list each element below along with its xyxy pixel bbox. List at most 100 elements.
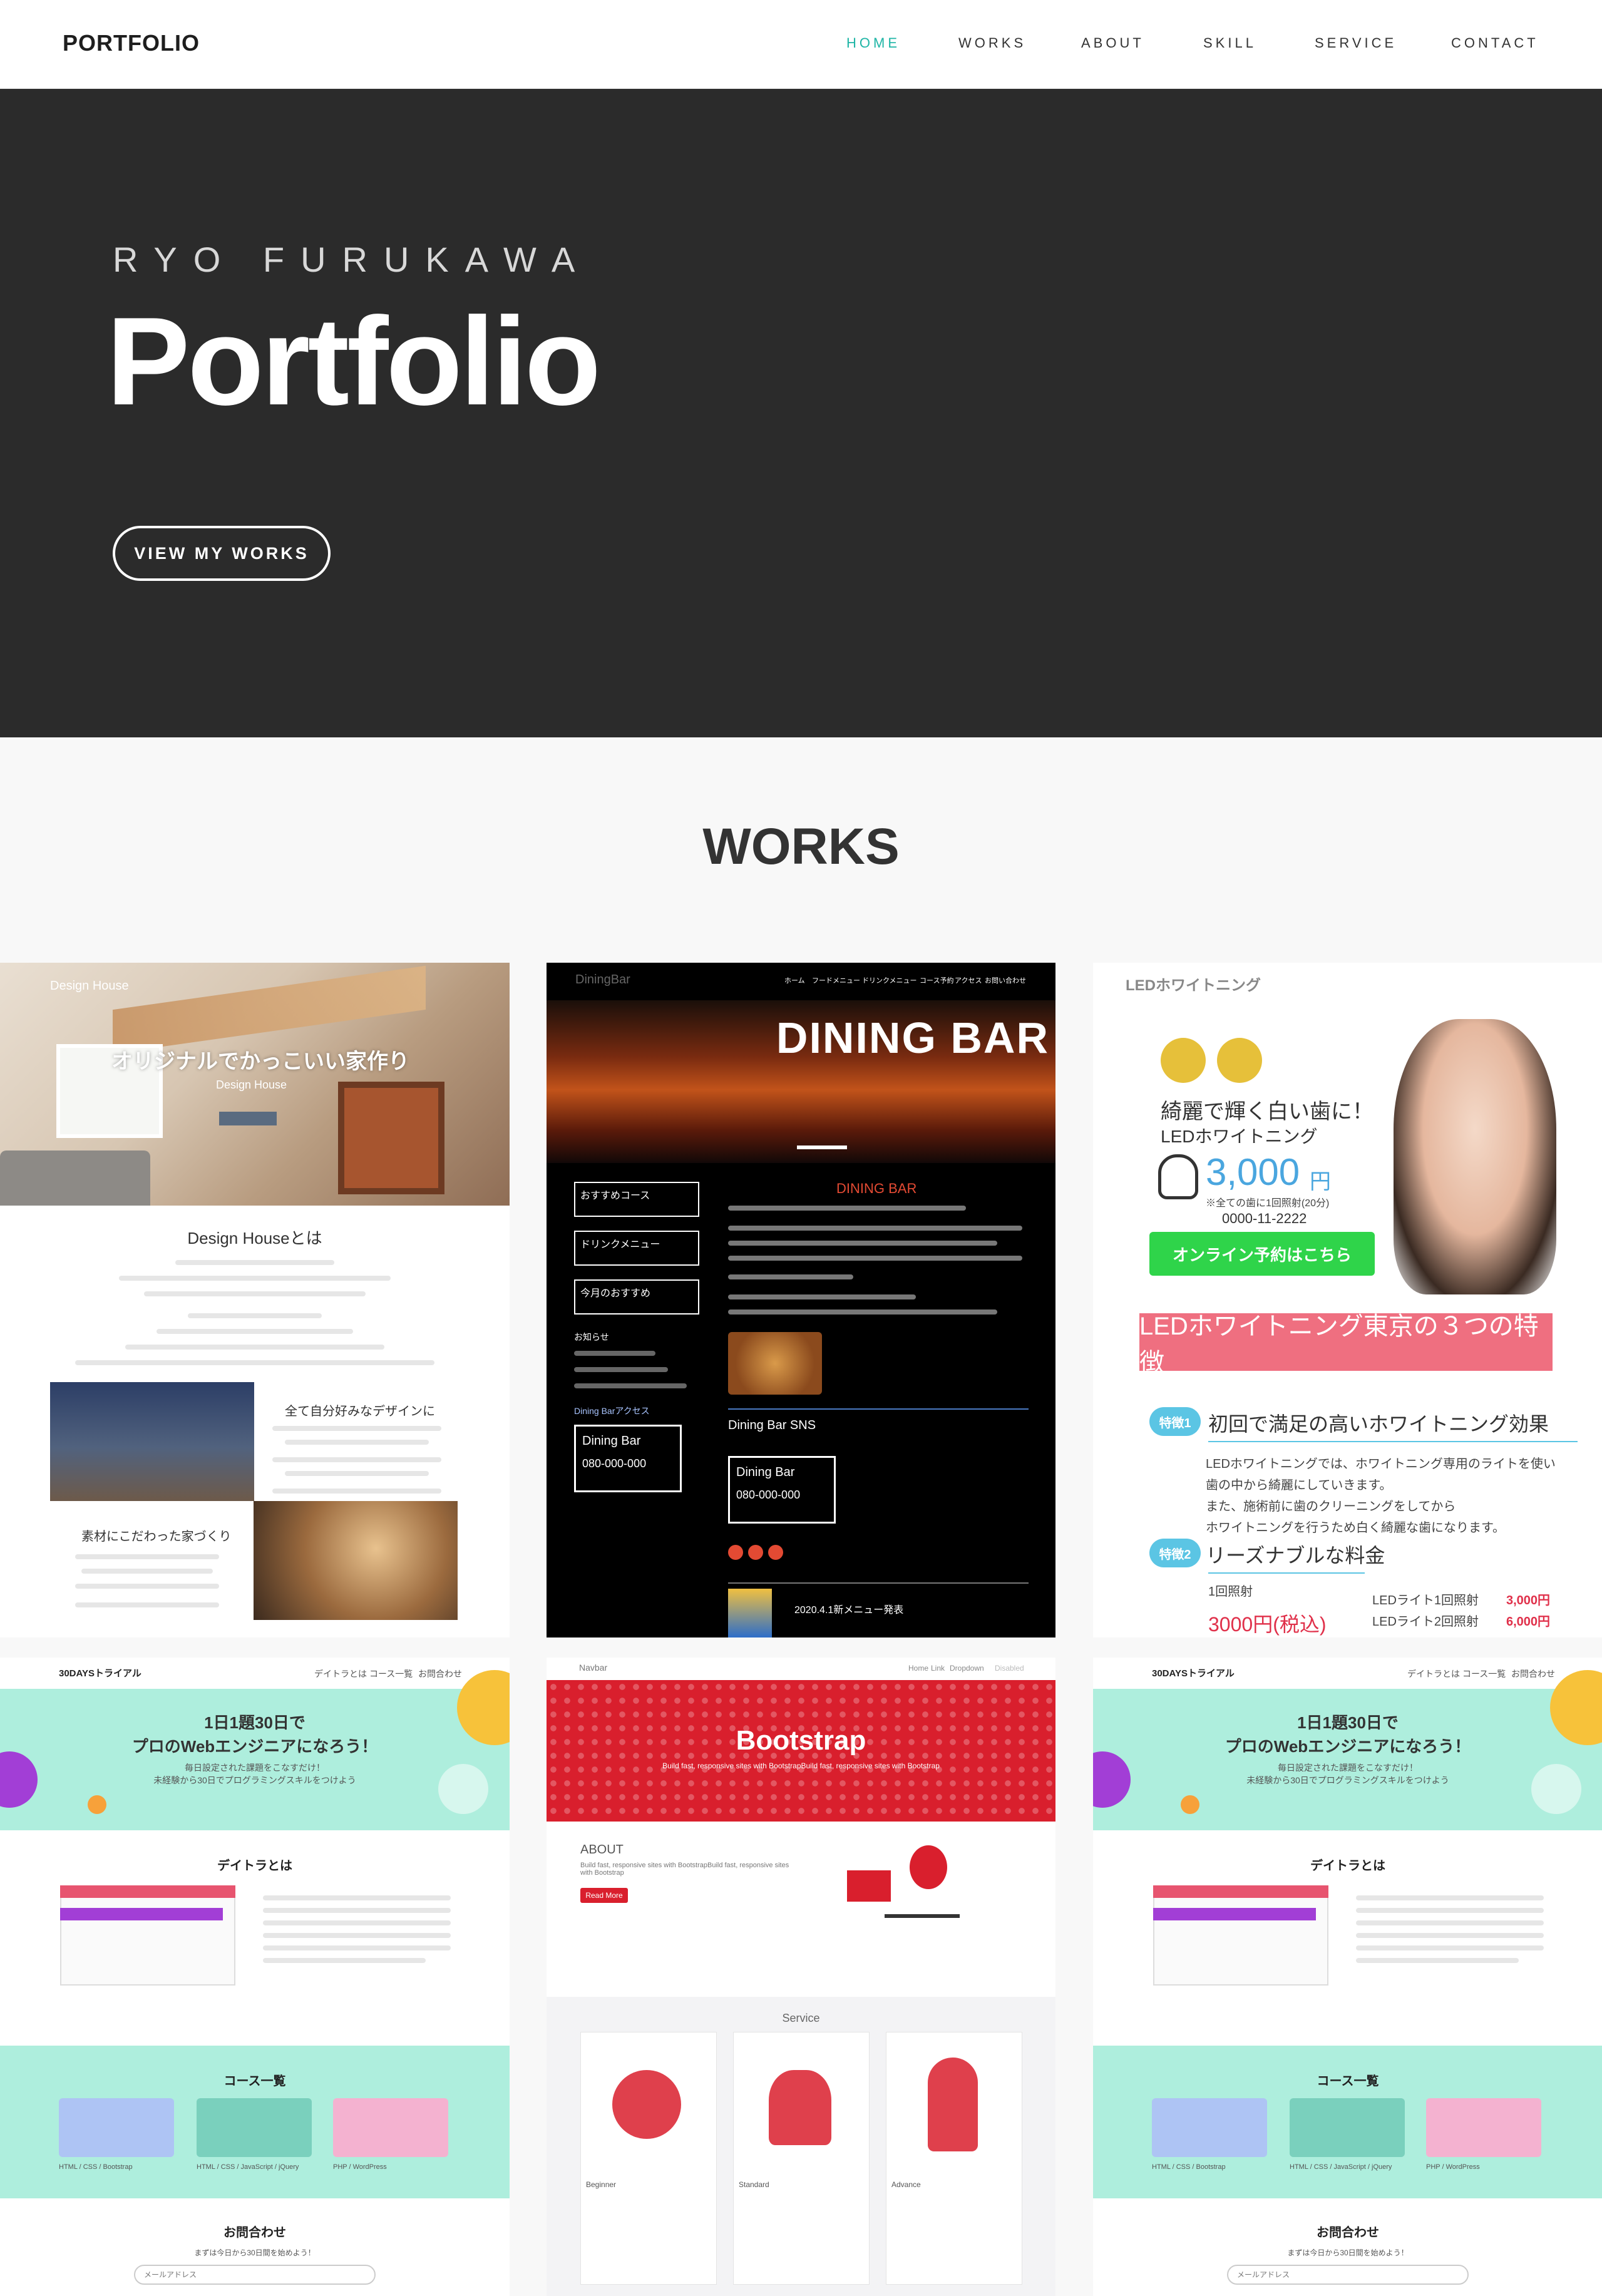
thirty-course-card[interactable] (1152, 2098, 1267, 2157)
thirty-contact-sub: まずは今日から30日間を始めよう！ (1287, 2248, 1409, 2257)
twitter-icon[interactable] (728, 1545, 743, 1560)
award-badge-icon (1217, 1038, 1262, 1083)
work-card-led-whitening[interactable]: LEDホワイトニング 綺麗で輝く白い歯に！ LEDホワイトニング 3,000 円… (1093, 963, 1602, 1637)
thirty-blob (88, 1795, 106, 1814)
thirty-nav-item: コース一覧 (1462, 1669, 1506, 1679)
led-feature1-text: LEDホワイトニングでは、ホワイトニング専用のライトを使い (1206, 1457, 1556, 1471)
thirty-screenshot-bar (1153, 1885, 1328, 1898)
thirty-contact-title: お問合わせ (1317, 2226, 1379, 2240)
dining-access-title: Dining Barアクセス (574, 1406, 650, 1416)
thirty-course-label: HTML / CSS / Bootstrap (59, 2163, 133, 2171)
work-card-30days-1[interactable]: 30DAYSトライアル デイトラとは コース一覧 お問合わせ 1日1題30日で … (0, 1658, 510, 2296)
led-price-note: ※全ての歯に1回照射(20分) (1206, 1198, 1330, 1209)
thirty-course-label: HTML / CSS / Bootstrap (1152, 2163, 1226, 2171)
thirty-nav-item: デイトラとは (1407, 1669, 1460, 1679)
thirty-hero-line1: 1日1題30日で (204, 1713, 306, 1732)
thirty-hero-line1: 1日1題30日で (1297, 1713, 1399, 1732)
nav-home[interactable]: HOME (846, 35, 900, 51)
thirty-course-card[interactable] (333, 2098, 448, 2157)
thirty-hero-line4: 未経験から30日でプログラミングスキルをつけよう (1246, 1775, 1449, 1785)
thirty-course-card[interactable] (197, 2098, 312, 2157)
dining-nav-item: フードメニュー (812, 977, 860, 985)
bootstrap-read-more-button[interactable]: Read More (580, 1888, 628, 1903)
design-house-sub: Design House (216, 1079, 287, 1091)
led-feature1-tag: 特徴1 (1149, 1407, 1201, 1436)
works-title: WORKS (702, 818, 900, 875)
nav-contact[interactable]: CONTACT (1451, 35, 1539, 51)
work-card-dining-bar[interactable]: DiningBar ホーム フードメニュー ドリンクメニュー コース予約 アクセ… (547, 963, 1055, 1637)
dining-banner-title: DINING BAR (776, 1013, 1049, 1062)
thirty-courses-title: コース一覧 (1317, 2074, 1379, 2088)
instagram-icon[interactable] (748, 1545, 763, 1560)
dining-nav-item: アクセス (955, 977, 982, 985)
bootstrap-plan-name: Advance (891, 2180, 921, 2189)
bootstrap-plan-card[interactable]: Standard (733, 2032, 870, 2285)
led-price-row-value: 3,000円 (1506, 1594, 1551, 1607)
thirty-about-title: デイトラとは (1310, 1859, 1385, 1873)
brand-logo[interactable]: PORTFOLIO (63, 30, 200, 56)
nav-skill[interactable]: SKILL (1203, 35, 1256, 51)
thirty-course-label: HTML / CSS / JavaScript / jQuery (1290, 2163, 1392, 2171)
works-section: WORKS Design House オリジナルでかっこいい家作り Design… (0, 737, 1602, 2296)
hero-section: RYO FURUKAWA Portfolio VIEW MY WORKS (0, 89, 1602, 737)
work-card-design-house[interactable]: Design House オリジナルでかっこいい家作り Design House… (0, 963, 510, 1637)
dining-access-box: Dining Bar 080-000-000 (574, 1425, 682, 1492)
nav-works[interactable]: WORKS (958, 35, 1026, 51)
thirty-hero-line3: 毎日設定された課題をこなすだけ！ (1278, 1763, 1418, 1773)
thirty-contact-sub: まずは今日から30日間を始めよう！ (194, 2248, 316, 2257)
thirty-email-input[interactable] (1227, 2265, 1469, 2285)
design-house-interior-image (254, 1501, 458, 1620)
facebook-icon[interactable] (768, 1545, 783, 1560)
nav-about[interactable]: ABOUT (1081, 35, 1144, 51)
bootstrap-nav-item: Home (908, 1664, 929, 1673)
thirty-email-input[interactable] (134, 2265, 376, 2285)
view-my-works-button[interactable]: VIEW MY WORKS (113, 526, 331, 581)
thirty-screenshot-bar (1153, 1908, 1316, 1920)
thirty-screenshot-bar (60, 1908, 223, 1920)
thirty-course-card[interactable] (1426, 2098, 1541, 2157)
bootstrap-nav-item: Link (931, 1664, 945, 1673)
award-badge-icon (1161, 1038, 1206, 1083)
led-feature2-title: リーズナブルな料金 (1206, 1544, 1385, 1567)
dining-nav-item: お問い合わせ (985, 977, 1026, 985)
led-tel: 0000-11-2222 (1222, 1211, 1307, 1226)
thirty-screenshot-image (60, 1885, 235, 1986)
dining-sns-box-phone: 080-000-000 (736, 1489, 801, 1501)
thirty-course-card[interactable] (59, 2098, 174, 2157)
thirty-course-label: HTML / CSS / JavaScript / jQuery (197, 2163, 299, 2171)
dining-nav-item: コース予約 (920, 977, 954, 985)
dining-news-item: 2020.4.1新メニュー発表 (794, 1605, 904, 1616)
led-feature1-text: また、施術前に歯のクリーニングをしてから (1206, 1500, 1456, 1514)
bootstrap-navbar-brand: Navbar (579, 1663, 608, 1673)
dining-news-image (728, 1589, 772, 1637)
led-price-row-name: LEDライト2回照射 (1372, 1615, 1479, 1629)
thirty-logo: 30DAYSトライアル (59, 1668, 141, 1679)
thirty-hero-line2: プロのWebエンジニアになろう！ (131, 1737, 378, 1756)
dining-side-item-course: おすすめコース (574, 1182, 699, 1217)
dining-side-label: ドリンクメニュー (580, 1239, 660, 1250)
thirty-course-card[interactable] (1290, 2098, 1405, 2157)
led-feature1-text: ホワイトニングを行うため白く綺麗な歯になります。 (1206, 1521, 1505, 1535)
dining-food-image (728, 1332, 822, 1395)
dining-nav-item: ホーム (784, 977, 805, 985)
work-card-30days-2[interactable]: 30DAYSトライアル デイトラとは コース一覧 お問合わせ 1日1題30日で … (1093, 1658, 1602, 2296)
bootstrap-service-title: Service (782, 2012, 820, 2024)
dining-side-item-drink: ドリンクメニュー (574, 1231, 699, 1266)
led-feature1-title: 初回で満足の高いホワイトニング効果 (1208, 1413, 1549, 1435)
work-card-bootstrap[interactable]: Navbar Home Link Dropdown Disabled Boots… (547, 1658, 1055, 2296)
dining-box-phone: 080-000-000 (582, 1457, 647, 1470)
nav-service[interactable]: SERVICE (1315, 35, 1397, 51)
thirty-nav-item: デイトラとは (314, 1669, 367, 1679)
bootstrap-plan-card[interactable]: Beginner (580, 2032, 717, 2285)
thirty-nav-item: コース一覧 (369, 1669, 413, 1679)
led-price-yen: 円 (1310, 1170, 1331, 1194)
design-house-sofa (0, 1151, 150, 1206)
bootstrap-plan-card[interactable]: Advance (886, 2032, 1022, 2285)
led-features-banner: LEDホワイトニング東京の３つの特徴 (1139, 1313, 1553, 1376)
design-house-modern-house-image (50, 1382, 254, 1501)
led-feature2-underline (1208, 1572, 1365, 1574)
led-online-reservation-button[interactable]: オンライン予約はこちら (1149, 1232, 1375, 1276)
led-feature2-tag: 特徴2 (1149, 1539, 1201, 1567)
dining-box-name: Dining Bar (582, 1434, 641, 1448)
thirty-hero-line2: プロのWebエンジニアになろう！ (1225, 1737, 1471, 1756)
